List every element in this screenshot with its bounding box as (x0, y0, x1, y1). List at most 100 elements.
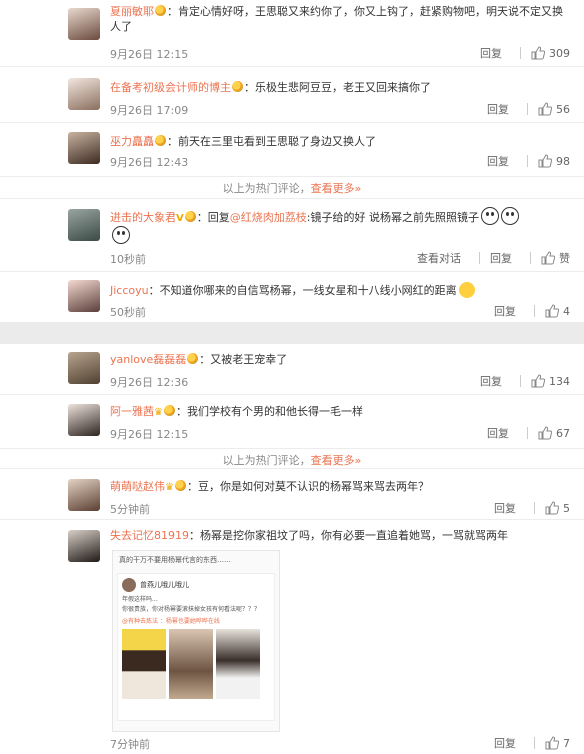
comment-item: 夏丽敏耶 ：肯定心情好呀，王思聪又来约你了，你又上钩了，赶紧购物吧，明天说不定又换… (0, 0, 584, 67)
reply-button[interactable]: 回复 (480, 45, 502, 61)
shocked-emoji-icon (500, 207, 519, 225)
action-divider (520, 375, 521, 387)
like-count: 5 (563, 501, 570, 515)
embed-poster: 曾燕儿哦儿哦儿 (140, 581, 189, 589)
like-count: 309 (549, 46, 570, 60)
thumbs-up-icon[interactable] (545, 501, 559, 515)
action-divider (527, 103, 528, 115)
thumbs-up-icon[interactable] (545, 304, 559, 318)
comment-time: 9月26日 12:15 (110, 48, 189, 61)
username[interactable]: 阿一雅茜 (110, 405, 154, 418)
like-count: 56 (556, 102, 570, 116)
view-more-link[interactable]: 查看更多» (311, 454, 362, 467)
hot-comments-note: 以上为热门评论，查看更多» (0, 180, 584, 196)
thumbs-up-icon[interactable] (538, 102, 552, 116)
action-divider (527, 427, 528, 439)
reply-button[interactable]: 回复 (494, 303, 516, 319)
view-more-link[interactable]: 查看更多» (311, 182, 362, 195)
like-label: 赞 (559, 252, 570, 265)
hot-comments-note: 以上为热门评论，查看更多» (0, 452, 584, 468)
comment-text: ：乐极生悲阿豆豆，老王又回来搞你了 (244, 81, 431, 94)
embed-footer: @有种去炼法 ：杨幂也要她哗哗在线 (122, 618, 220, 625)
reply-button[interactable]: 回复 (487, 153, 509, 169)
comment-time: 50秒前 (110, 306, 146, 319)
embed-avatar (122, 578, 136, 592)
like-count: 134 (549, 374, 570, 388)
user-avatar[interactable] (68, 479, 100, 511)
comment-actions: 回复 4 (494, 303, 570, 319)
screenshot-separator (0, 322, 584, 344)
username[interactable]: 萌萌哒赵伟 (110, 480, 165, 493)
reply-prefix: ：回复 (196, 211, 230, 224)
hot-comments-text: 以上为热门评论， (222, 182, 311, 195)
user-avatar[interactable] (68, 404, 100, 436)
thumbs-up-icon[interactable] (531, 374, 545, 388)
crown-icon: ♛ (165, 482, 174, 493)
like-count: 7 (563, 736, 570, 750)
comment-text: ：前天在三里屯看到王思聪了身边又换人了 (167, 135, 376, 148)
view-conversation-button[interactable]: 查看对话 (417, 250, 461, 266)
user-avatar[interactable] (68, 352, 100, 384)
shocked-emoji-icon (480, 207, 499, 225)
username[interactable]: 夏丽敏耶 (110, 5, 154, 18)
comment-time: 5分钟前 (110, 503, 150, 516)
mention-link[interactable]: @红烧肉加荔枝 (230, 211, 307, 224)
action-divider (534, 502, 535, 514)
action-divider (479, 252, 480, 264)
vip-badge-icon (155, 135, 166, 146)
reply-button[interactable]: 回复 (494, 500, 516, 516)
username[interactable]: 失去记忆81919 (110, 529, 189, 542)
thumbs-up-icon[interactable] (541, 251, 555, 265)
vip-badge-icon (232, 81, 243, 92)
embed-reply: 你很贵族，你对杨幂要滚抹掉女孩有何看法呢？？？ (122, 606, 261, 613)
comment-item: 进击的大象君V ：回复@红烧肉加荔枝:镜子给的好 说杨幂之前先照照镜子 10秒前 … (0, 198, 584, 272)
username[interactable]: 巫力矗矗 (110, 135, 154, 148)
vip-badge-icon (174, 480, 186, 491)
user-avatar[interactable] (68, 132, 100, 164)
user-avatar[interactable] (68, 78, 100, 110)
comment-text: ：我们学校有个男的和他长得一毛一样 (175, 405, 363, 418)
embed-photo (216, 629, 260, 699)
username[interactable]: Jiccoyu (110, 284, 149, 297)
reply-button[interactable]: 回复 (494, 735, 516, 751)
comment-time: 7分钟前 (110, 738, 150, 751)
bottom-comment-panel: yanlove磊磊磊 ：又被老王宠幸了 9月26日 12:36 回复 134 阿一… (0, 344, 584, 754)
hot-comments-text: 以上为热门评论， (222, 454, 311, 467)
comment-item: 萌萌哒赵伟♛ ：豆，你是如何对莫不认识的杨幂骂来骂去两年？ 5分钟前 回复 5 (0, 468, 584, 520)
thumbs-up-icon[interactable] (531, 46, 545, 60)
comment-item: yanlove磊磊磊 ：又被老王宠幸了 9月26日 12:36 回复 134 (0, 344, 584, 395)
attached-screenshot[interactable]: 真的干万不要用杨幂代言的东西…… 曾燕儿哦儿哦儿 年假这样吗... 你很贵族，你… (112, 550, 280, 732)
embed-header: 真的干万不要用杨幂代言的东西…… (119, 556, 231, 564)
comment-item: 失去记忆81919：杨幂是挖你家祖坟了吗，你有必要一直追着她骂，一骂就骂两年 真… (0, 518, 584, 754)
like-count: 4 (563, 304, 570, 318)
thumbs-up-icon[interactable] (538, 426, 552, 440)
username[interactable]: 进击的大象君 (110, 211, 176, 224)
thumbs-up-icon[interactable] (545, 736, 559, 750)
comment-actions: 回复 5 (494, 500, 570, 516)
comment-text: ：又被老王宠幸了 (199, 353, 288, 366)
username[interactable]: 在备考初级会计师的博主 (110, 81, 231, 94)
embed-photo (122, 629, 166, 699)
comment-item: 在备考初级会计师的博主 ：乐极生悲阿豆豆，老王又回来搞你了 9月26日 17:09… (0, 66, 584, 123)
user-avatar[interactable] (68, 530, 100, 562)
comment-time: 10秒前 (110, 253, 146, 266)
vip-badge-icon (184, 211, 196, 222)
like-count: 67 (556, 426, 570, 440)
vip-badge-icon (155, 5, 166, 16)
comment-actions: 回复 134 (480, 373, 570, 389)
user-avatar[interactable] (68, 209, 100, 241)
username[interactable]: yanlove磊磊磊 (110, 353, 186, 366)
comment-time: 9月26日 12:36 (110, 376, 189, 389)
reply-button[interactable]: 回复 (487, 425, 509, 441)
vip-badge-icon (187, 353, 199, 364)
comment-text: :镜子给的好 说杨幂之前先照照镜子 (306, 211, 479, 224)
reply-button[interactable]: 回复 (487, 101, 509, 117)
user-avatar[interactable] (68, 8, 100, 40)
reply-button[interactable]: 回复 (480, 373, 502, 389)
comment-item: 阿一雅茜♛ ：我们学校有个男的和他长得一毛一样 9月26日 12:15 回复 67 (0, 394, 584, 449)
user-avatar[interactable] (68, 280, 100, 312)
comment-actions: 查看对话 回复 赞 (417, 250, 570, 266)
reply-button[interactable]: 回复 (490, 250, 512, 266)
thumbs-up-icon[interactable] (538, 154, 552, 168)
action-divider (530, 252, 531, 264)
